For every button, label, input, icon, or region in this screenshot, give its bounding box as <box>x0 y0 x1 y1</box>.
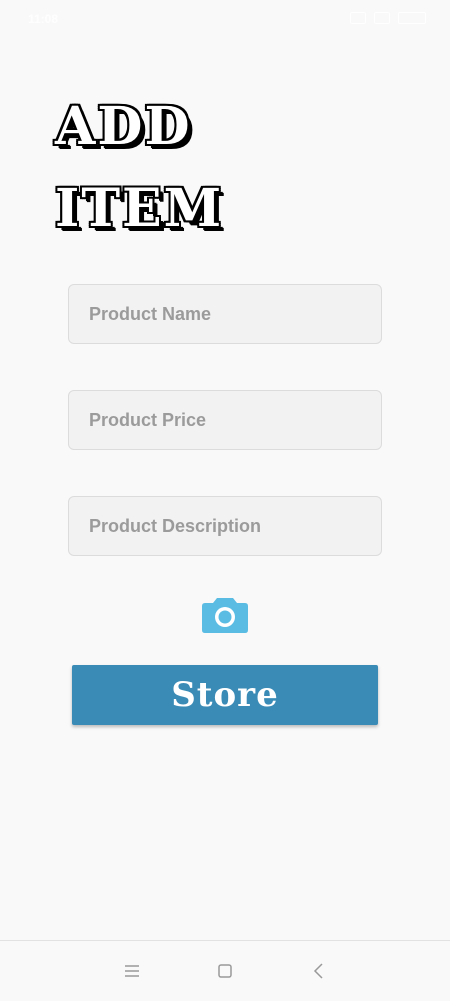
signal-icon <box>374 12 390 24</box>
wifi-icon <box>350 12 366 24</box>
status-bar: 11:08 <box>0 0 450 40</box>
battery-icon <box>398 12 426 24</box>
page-title-line1: ADD <box>55 96 192 157</box>
camera-icon[interactable] <box>201 594 249 634</box>
back-icon[interactable] <box>309 961 329 981</box>
product-description-input[interactable] <box>87 514 363 538</box>
menu-icon[interactable] <box>122 961 142 981</box>
store-button[interactable]: Store <box>72 665 378 725</box>
status-time: 11:08 <box>28 12 59 26</box>
product-price-field[interactable] <box>68 390 382 450</box>
product-description-field[interactable] <box>68 496 382 556</box>
system-nav-bar <box>0 940 450 1001</box>
product-price-input[interactable] <box>87 408 363 432</box>
home-icon[interactable] <box>215 961 235 981</box>
page-title-line2: ITEM <box>55 178 224 239</box>
product-name-input[interactable] <box>87 302 363 326</box>
product-name-field[interactable] <box>68 284 382 344</box>
status-icons <box>350 12 426 24</box>
